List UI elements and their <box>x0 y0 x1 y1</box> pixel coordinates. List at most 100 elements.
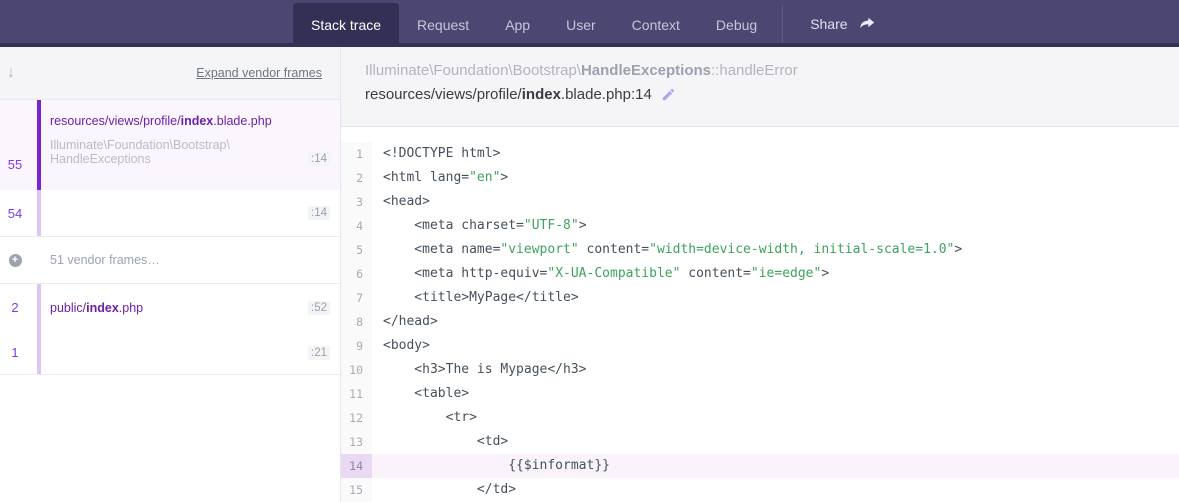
frame-file-path: public/index.php <box>50 301 143 315</box>
ignition-error-page: Stack traceRequestAppUserContextDebug Sh… <box>0 0 1179 502</box>
code-line-7: 7 <title>MyPage</title> <box>341 286 1179 310</box>
frame-number-col: 54 <box>0 190 30 236</box>
line-number: 4 <box>341 214 372 238</box>
stack-frame-2[interactable]: 2 public/index.php :52 <box>0 284 340 331</box>
share-icon <box>859 16 876 31</box>
code-line-13: 13 <td> <box>341 430 1179 454</box>
tab-stack-trace[interactable]: Stack trace <box>293 3 399 47</box>
edit-in-editor-icon[interactable] <box>661 87 676 102</box>
frame-body: :21 <box>41 331 340 374</box>
line-number: 12 <box>341 406 372 430</box>
code-text: <body> <box>372 334 430 358</box>
tab-context[interactable]: Context <box>614 3 698 47</box>
frame-number: 1 <box>11 345 18 360</box>
frame-body: :14 <box>41 190 340 236</box>
frame-line-number-chip: :21 <box>308 346 330 360</box>
frame-accent-bar <box>37 190 41 236</box>
frame-accent-bar <box>37 284 41 331</box>
line-number: 13 <box>341 430 372 454</box>
frame-number: 2 <box>11 300 18 315</box>
code-text: <meta http-equiv="X-UA-Compatible" conte… <box>372 262 829 286</box>
frame-line-number-chip: :52 <box>308 301 330 315</box>
frame-line-number-chip: :14 <box>308 206 330 220</box>
frames-list: 55 resources/views/profile/index.blade.ph… <box>0 100 340 375</box>
tab-request[interactable]: Request <box>399 3 487 47</box>
code-line-9: 9<body> <box>341 334 1179 358</box>
line-number: 8 <box>341 310 372 334</box>
frame-number: 54 <box>8 206 22 221</box>
code-lines: 1<!DOCTYPE html>2<html lang="en">3<head>… <box>341 142 1179 502</box>
code-line-15: 15 </td> <box>341 478 1179 502</box>
frame-class-method: Illuminate\Foundation\Bootstrap\HandleEx… <box>365 62 1179 79</box>
code-text: <table> <box>372 382 469 406</box>
code-text: <html lang="en"> <box>372 166 508 190</box>
class-prefix: Illuminate\Foundation\Bootstrap\ <box>365 62 581 79</box>
code-line-8: 8</head> <box>341 310 1179 334</box>
tab-debug[interactable]: Debug <box>698 3 775 47</box>
code-line-3: 3<head> <box>341 190 1179 214</box>
code-text: <!DOCTYPE html> <box>372 142 500 166</box>
code-text: <h3>The is Mypage</h3> <box>372 358 587 382</box>
code-text: {{$informat}} <box>372 454 610 478</box>
frame-number: 55 <box>8 157 22 172</box>
code-line-4: 4 <meta charset="UTF-8"> <box>341 214 1179 238</box>
line-number: 2 <box>341 166 372 190</box>
frame-file-path: resources/views/profile/index.blade.php:… <box>365 86 1179 103</box>
frame-file-path: resources/views/profile/index.blade.php <box>50 114 330 128</box>
frame-number-col: 1 <box>0 331 30 374</box>
frame-line-number-chip: :14 <box>308 152 330 166</box>
previous-frame-icon[interactable]: ↑ <box>0 64 2 82</box>
code-line-2: 2<html lang="en"> <box>341 166 1179 190</box>
file-path-text: resources/views/profile/index.blade.php:… <box>365 86 652 103</box>
line-number: 15 <box>341 478 372 502</box>
vendor-expander-iconcol: + <box>0 237 30 283</box>
line-number: 7 <box>341 286 372 310</box>
share-label: Share <box>810 16 847 32</box>
frame-body: public/index.php :52 <box>41 284 340 331</box>
code-text: </head> <box>372 310 438 334</box>
code-line-10: 10 <h3>The is Mypage</h3> <box>341 358 1179 382</box>
code-line-1: 1<!DOCTYPE html> <box>341 142 1179 166</box>
share-button[interactable]: Share <box>810 0 875 47</box>
line-number: 11 <box>341 382 372 406</box>
frame-meta: Illuminate\Foundation\Bootstrap\HandleEx… <box>50 138 330 166</box>
code-text: <meta charset="UTF-8"> <box>372 214 587 238</box>
next-frame-icon[interactable]: ↓ <box>7 64 15 82</box>
frame-body: resources/views/profile/index.blade.php I… <box>41 100 340 190</box>
code-snippet-panel: 1<!DOCTYPE html>2<html lang="en">3<head>… <box>341 126 1179 502</box>
vendor-frames-body: 51 vendor frames… <box>41 237 340 283</box>
code-line-12: 12 <tr> <box>341 406 1179 430</box>
sidebar-header: ↑ ↓ Expand vendor frames <box>0 47 340 100</box>
tab-user[interactable]: User <box>548 3 614 47</box>
method-name: ::handleError <box>711 62 798 79</box>
class-name: HandleExceptions <box>581 62 711 79</box>
code-line-6: 6 <meta http-equiv="X-UA-Compatible" con… <box>341 262 1179 286</box>
code-text: <head> <box>372 190 430 214</box>
frame-header: Illuminate\Foundation\Bootstrap\HandleEx… <box>341 47 1179 126</box>
stack-frame-55[interactable]: 55 resources/views/profile/index.blade.ph… <box>0 100 340 190</box>
frame-number-col: 2 <box>0 284 30 331</box>
code-text: <title>MyPage</title> <box>372 286 579 310</box>
line-number: 3 <box>341 190 372 214</box>
line-number: 1 <box>341 142 372 166</box>
nav-divider <box>782 5 783 43</box>
tab-app[interactable]: App <box>487 3 548 47</box>
frame-accent-bar <box>37 331 41 374</box>
code-text: </td> <box>372 478 516 502</box>
expand-plus-icon[interactable]: + <box>9 254 22 267</box>
frame-class-name: Illuminate\Foundation\Bootstrap\HandleEx… <box>50 138 230 166</box>
code-text: <td> <box>372 430 508 454</box>
code-text: <tr> <box>372 406 477 430</box>
stack-frame-54[interactable]: 54 :14 <box>0 190 340 236</box>
frame-number-col: 55 <box>0 100 30 190</box>
main-panel: Illuminate\Foundation\Bootstrap\HandleEx… <box>341 47 1179 502</box>
expand-vendor-frames-link[interactable]: Expand vendor frames <box>196 66 322 80</box>
line-number: 5 <box>341 238 372 262</box>
vendor-frames-expander[interactable]: +51 vendor frames… <box>0 236 340 284</box>
code-text: <meta name="viewport" content="width=dev… <box>372 238 962 262</box>
stack-frame-1[interactable]: 1 :21 <box>0 331 340 375</box>
line-number: 14 <box>341 454 372 478</box>
content-area: ↑ ↓ Expand vendor frames 55 resources/vie… <box>0 47 1179 502</box>
code-line-14: 14 {{$informat}} <box>341 454 1179 478</box>
line-number: 10 <box>341 358 372 382</box>
